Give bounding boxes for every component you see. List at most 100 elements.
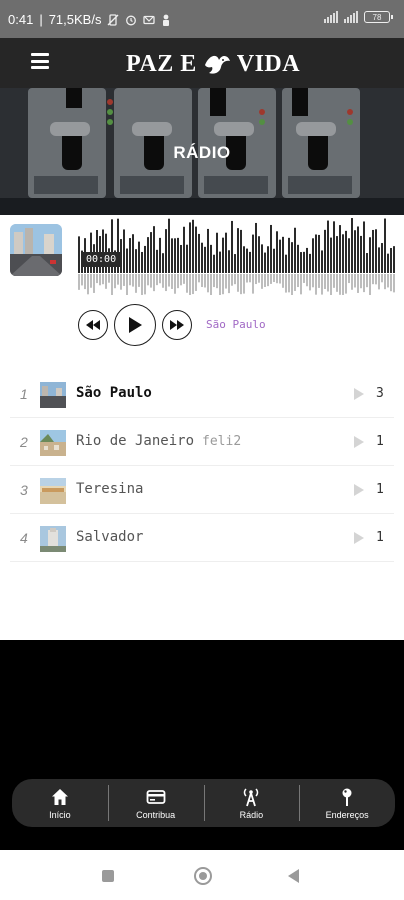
waveform-bar (213, 254, 215, 273)
play-button[interactable] (114, 304, 156, 346)
waveform-reflection (300, 274, 302, 295)
waveform-bar (216, 232, 218, 273)
waveform-bar (339, 225, 341, 273)
waveform-reflection (366, 274, 368, 288)
waveform-bar (312, 238, 314, 273)
waveform-reflection (354, 274, 356, 288)
waveform-bar (138, 241, 140, 273)
waveform-reflection (255, 274, 257, 285)
waveform-reflection (339, 274, 341, 295)
waveform-bar (141, 251, 143, 273)
waveform-bar (126, 248, 128, 273)
track-number: 1 (20, 386, 28, 402)
waveform-bar (294, 227, 296, 273)
radio-tower-icon (244, 787, 259, 806)
playlist-item[interactable]: 2 Rio de Janeiro feli2 1 (10, 418, 394, 466)
waveform-reflection (384, 274, 386, 290)
fast-forward-button[interactable] (162, 310, 192, 340)
nav-label: Início (49, 809, 71, 820)
battery-level: 78 (372, 12, 382, 22)
waveform-reflection (270, 274, 272, 284)
waveform-bar (174, 238, 176, 273)
waveform-bar (333, 221, 335, 273)
track-thumbnail (40, 430, 66, 456)
waveform-bar (315, 234, 317, 273)
waveform-reflection (198, 274, 200, 283)
hamburger-menu-icon[interactable] (31, 53, 49, 69)
playlist-item[interactable]: 4 Salvador 1 (10, 514, 394, 562)
waveform-reflection (195, 274, 197, 291)
track-count: 3 (376, 386, 384, 401)
status-time: 0:41 (8, 12, 34, 27)
waveform-bar (273, 248, 275, 273)
vibrate-off-icon (108, 13, 119, 26)
waveform-reflection (378, 274, 380, 290)
back-button[interactable] (288, 869, 299, 883)
waveform-bar (345, 230, 347, 273)
waveform-reflection (201, 274, 203, 288)
waveform-reflection (321, 274, 323, 295)
nav-item-contribute[interactable]: Contribua (107, 779, 204, 827)
track-play-icon[interactable] (354, 484, 364, 496)
waveform-reflection (90, 274, 92, 288)
waveform-reflection (282, 274, 284, 288)
nav-item-home[interactable]: Início (12, 779, 108, 827)
waveform-bar (201, 242, 203, 273)
waveform[interactable] (78, 215, 396, 295)
track-count: 1 (376, 482, 384, 497)
waveform-bar (309, 253, 311, 273)
waveform-reflection (156, 274, 158, 286)
track-play-icon[interactable] (354, 532, 364, 544)
waveform-reflection (132, 274, 134, 287)
rewind-button[interactable] (78, 310, 108, 340)
waveform-reflection (168, 274, 170, 287)
waveform-reflection (204, 274, 206, 288)
home-button[interactable] (194, 867, 212, 885)
track-play-icon[interactable] (354, 436, 364, 448)
waveform-reflection (387, 274, 389, 288)
waveform-reflection (144, 274, 146, 295)
person-icon (163, 14, 170, 26)
page-title: RÁDIO (173, 143, 231, 162)
waveform-reflection (99, 274, 101, 286)
waveform-bar (363, 221, 365, 273)
track-play-icon[interactable] (354, 388, 364, 400)
recents-button[interactable] (102, 870, 114, 882)
waveform-bar (153, 226, 155, 273)
waveform-bar (291, 242, 293, 273)
playlist-item[interactable]: 1 São Paulo 3 (10, 370, 394, 418)
fast-forward-icon (170, 320, 184, 330)
waveform-bar (303, 251, 305, 273)
playlist: 1 São Paulo 3 2 Rio de Janeiro feli2 1 3 … (10, 370, 394, 562)
nav-label: Endereços (325, 809, 369, 820)
hero-banner: RÁDIO (0, 88, 404, 215)
waveform-bar (285, 254, 287, 273)
waveform-bar (168, 218, 170, 273)
album-art (10, 224, 62, 276)
nav-item-radio[interactable]: Rádio (203, 779, 300, 827)
waveform-reflection (267, 274, 269, 287)
waveform-bar (132, 234, 134, 273)
waveform-reflection (336, 274, 338, 292)
waveform-reflection (78, 274, 80, 290)
status-separator: | (39, 12, 43, 27)
waveform-reflection (372, 274, 374, 285)
logo[interactable]: PAZ E VIDA (126, 47, 310, 81)
track-title: São Paulo (76, 385, 152, 401)
waveform-bar (228, 250, 230, 273)
waveform-bar (210, 244, 212, 273)
waveform-bar (252, 234, 254, 273)
waveform-reflection (324, 274, 326, 289)
waveform-bar (183, 226, 185, 273)
waveform-reflection (342, 274, 344, 295)
waveform-bar (288, 237, 290, 273)
system-navigation-bar (0, 850, 404, 900)
waveform-reflection (318, 274, 320, 288)
waveform-bar (321, 250, 323, 273)
bottom-navigation: Início Contribua Rádio Endereços (12, 779, 395, 827)
waveform-reflection (375, 274, 377, 285)
playlist-item[interactable]: 3 Teresina 1 (10, 466, 394, 514)
waveform-reflection (174, 274, 176, 294)
nav-item-addresses[interactable]: Endereços (299, 779, 395, 827)
waveform-reflection (123, 274, 125, 286)
